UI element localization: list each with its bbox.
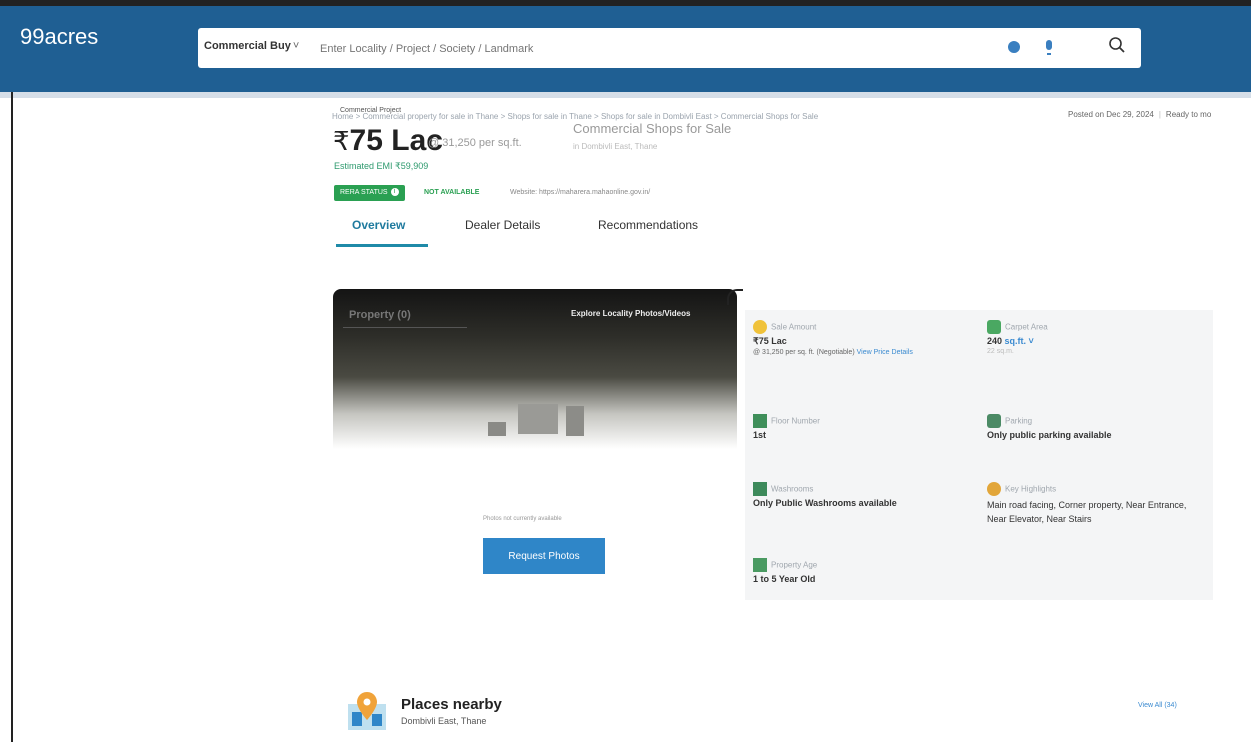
detail-washrooms: Washrooms Only Public Washrooms availabl… <box>753 482 973 508</box>
places-nearby-title: Places nearby <box>401 696 502 713</box>
info-icon: i <box>390 188 399 197</box>
area-icon <box>987 320 1001 334</box>
microphone-icon[interactable] <box>1046 40 1052 55</box>
breadcrumb[interactable]: Home > Commercial property for sale in T… <box>332 112 818 121</box>
price: ₹75 Lac <box>333 124 443 158</box>
property-title: Commercial Shops for Sale <box>573 121 732 136</box>
parking-value: Only public parking available <box>987 430 1112 440</box>
detail-floor: Floor Number 1st <box>753 414 963 440</box>
search-input[interactable] <box>318 39 972 59</box>
gallery-tab-property[interactable]: Property (0) <box>349 309 411 321</box>
tab-dealer-details[interactable]: Dealer Details <box>465 218 540 232</box>
request-photos-button[interactable]: Request Photos <box>483 538 605 574</box>
floor-icon <box>753 414 767 428</box>
photos-unavailable-text: Photos not currently available <box>483 516 562 522</box>
floor-label: Floor Number <box>771 416 820 426</box>
car-icon <box>987 414 1001 428</box>
gallery-tab-underline <box>343 327 467 328</box>
explore-locality-link[interactable]: Explore Locality Photos/Videos <box>571 309 690 318</box>
sale-amount-value: ₹75 Lac <box>753 336 787 346</box>
project-tag: Commercial Project <box>340 107 402 114</box>
highlights-value: Main road facing, Corner property, Near … <box>987 500 1187 524</box>
carpet-area-label: Carpet Area <box>1005 322 1048 332</box>
carpet-area-number: 240 <box>987 336 1003 346</box>
rera-status-badge[interactable]: RERA STATUS i <box>334 185 405 201</box>
posted-date: Posted on Dec 29, 2024 <box>1068 110 1154 119</box>
header-divider <box>0 92 1251 98</box>
property-age-label: Property Age <box>771 560 818 570</box>
property-subtitle: in Dombivli East, Thane <box>573 142 658 151</box>
currency-symbol: ₹ <box>333 126 350 156</box>
medal-icon <box>987 482 1001 496</box>
view-all-places-link[interactable]: View All (34) <box>1138 702 1177 709</box>
price-per-sqft: @ 31,250 per sq.ft. <box>428 137 522 149</box>
washroom-icon <box>753 482 767 496</box>
search-category-label: Commercial Buy <box>204 40 291 52</box>
property-age-value: 1 to 5 Year Old <box>753 574 816 584</box>
washrooms-label: Washrooms <box>771 484 814 494</box>
sale-amount-sub: @ 31,250 per sq. ft. (Negotiable) View P… <box>753 349 963 356</box>
sale-amount-label: Sale Amount <box>771 322 817 332</box>
tab-bar: Overview Dealer Details Recommendations <box>334 212 734 247</box>
detail-carpet-area: Carpet Area 240 sq.ft. ˅ 22 sq.m. <box>987 320 1197 355</box>
money-icon <box>753 320 767 334</box>
site-logo[interactable]: 99acres <box>20 24 98 50</box>
detail-highlights: Key Highlights Main road facing, Corner … <box>987 482 1207 526</box>
chevron-down-icon[interactable]: ˅ <box>1026 336 1034 346</box>
map-pin-icon <box>348 692 386 730</box>
view-price-details-link[interactable]: View Price Details <box>857 349 913 356</box>
parking-label: Parking <box>1005 416 1033 426</box>
tab-recommendations[interactable]: Recommendations <box>598 218 698 232</box>
detail-sale-amount: Sale Amount ₹75 Lac @ 31,250 per sq. ft.… <box>753 320 963 356</box>
floor-value: 1st <box>753 430 767 440</box>
search-category-dropdown[interactable]: Commercial Buy ˅ <box>204 40 299 52</box>
area-unit-dropdown[interactable]: sq.ft. <box>1005 336 1027 346</box>
carpet-area-value: 240 sq.ft. ˅ <box>987 336 1197 346</box>
places-nearby-subtitle: Dombivli East, Thane <box>401 716 487 726</box>
washrooms-value: Only Public Washrooms available <box>753 498 897 508</box>
possession-status: Ready to mo <box>1165 110 1212 119</box>
tab-overview[interactable]: Overview <box>352 218 405 232</box>
rera-value: NOT AVAILABLE <box>424 189 480 196</box>
gallery-edge <box>727 289 743 305</box>
posted-info: Posted on Dec 29, 2024 | Ready to mo <box>1068 110 1212 119</box>
property-details-panel: Sale Amount ₹75 Lac @ 31,250 per sq. ft.… <box>745 310 1213 600</box>
chevron-down-icon: ˅ <box>292 40 300 52</box>
location-icon[interactable] <box>1008 41 1020 53</box>
rera-website[interactable]: Website: https://maharera.mahaonline.gov… <box>510 189 650 196</box>
placeholder-building-image <box>488 404 584 436</box>
search-bar: Commercial Buy ˅ <box>198 28 1141 68</box>
highlights-label: Key Highlights <box>1005 484 1057 494</box>
page-border <box>11 92 13 742</box>
top-header: 99acres Commercial Buy ˅ <box>0 0 1251 98</box>
detail-property-age: Property Age 1 to 5 Year Old <box>753 558 963 584</box>
rera-label: RERA STATUS <box>340 189 388 196</box>
emi-estimate[interactable]: Estimated EMI ₹59,909 <box>334 161 428 172</box>
detail-parking: Parking Only public parking available <box>987 414 1207 440</box>
carpet-area-sub: 22 sq.m. <box>987 348 1014 355</box>
active-tab-indicator <box>336 244 428 247</box>
calendar-icon <box>753 558 767 572</box>
photo-gallery: Property (0) Explore Locality Photos/Vid… <box>333 289 737 449</box>
search-icon[interactable] <box>1108 36 1126 54</box>
price-per-sqft-detail: @ 31,250 per sq. ft. (Negotiable) <box>753 349 855 356</box>
